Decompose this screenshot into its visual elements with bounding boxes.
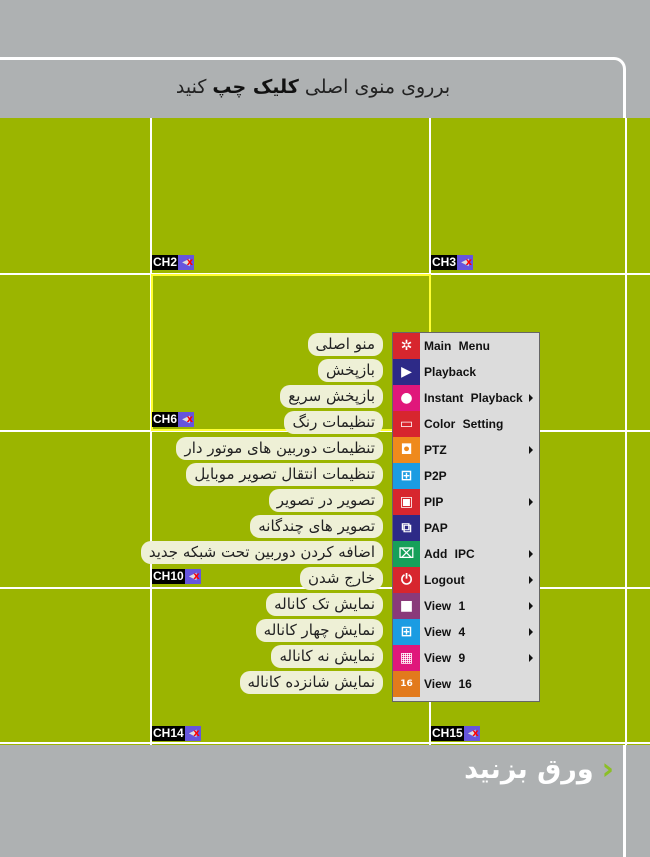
menu-item[interactable]: ▭ Color Setting bbox=[393, 411, 539, 437]
view16-icon: 16 bbox=[393, 671, 420, 697]
menu-item[interactable]: ● Instant Playback bbox=[393, 385, 539, 411]
mute-icon: ◀ bbox=[457, 255, 474, 270]
submenu-arrow-icon bbox=[529, 498, 533, 506]
translation-label: اضافه کردن دوربین تحت شبکه جدید bbox=[140, 541, 383, 564]
translation-label: تنظیمات دوربین های موتور دار bbox=[176, 437, 383, 460]
view9-icon: ▦ bbox=[393, 645, 420, 671]
menu-item-label: PTZ bbox=[424, 443, 447, 457]
instruction-title: برروی منوی اصلی کلیک چپ کنید bbox=[175, 76, 451, 98]
channel-label: CH3 ◀ bbox=[431, 255, 474, 270]
translation-label: تنظیمات انتقال تصویر موبایل bbox=[186, 463, 383, 486]
monitor-icon: ▭ bbox=[393, 411, 420, 437]
gear-icon: ✲ bbox=[393, 333, 420, 359]
ipc-camera-icon: ⌧ bbox=[393, 541, 420, 567]
menu-item-label: View 9 bbox=[424, 651, 466, 665]
translation-label: بازپخش bbox=[318, 359, 383, 382]
translation-label: تنظیمات رنگ bbox=[284, 411, 383, 434]
mute-icon: ◀ bbox=[178, 255, 195, 270]
view4-icon: ⊞ bbox=[393, 619, 420, 645]
play-icon: ▶ bbox=[393, 359, 420, 385]
menu-item[interactable]: ◘ PTZ bbox=[393, 437, 539, 463]
menu-item-label: Add IPC bbox=[424, 547, 475, 561]
menu-item[interactable]: ▣ PIP bbox=[393, 489, 539, 515]
next-page-button[interactable]: ‹ ورق بزنید bbox=[464, 752, 614, 787]
menu-item[interactable]: 16 View 16 bbox=[393, 671, 539, 697]
menu-item-label: View 16 bbox=[424, 677, 472, 691]
menu-item-label: View 4 bbox=[424, 625, 466, 639]
menu-item[interactable]: ▦ View 9 bbox=[393, 645, 539, 671]
translation-label: نمایش شانزده کاناله bbox=[239, 671, 383, 694]
translation-label: نمایش نه کاناله bbox=[271, 645, 383, 668]
menu-item-label: Instant Playback bbox=[424, 391, 523, 405]
mute-icon: ◀ bbox=[463, 726, 480, 741]
menu-item-label: Main Menu bbox=[424, 339, 490, 353]
menu-item-label: PAP bbox=[424, 521, 448, 535]
chevron-left-icon: ‹ bbox=[601, 752, 614, 787]
menu-item[interactable]: ⌧ Add IPC bbox=[393, 541, 539, 567]
translation-label: منو اصلی bbox=[307, 333, 383, 356]
ptz-camera-icon: ◘ bbox=[393, 437, 420, 463]
submenu-arrow-icon bbox=[529, 446, 533, 454]
submenu-arrow-icon bbox=[529, 628, 533, 636]
menu-item-label: Playback bbox=[424, 365, 477, 379]
translation-list: منو اصلی بازپخش بازپخش سریع تنظیمات رنگ تنظی… bbox=[140, 333, 383, 697]
context-menu: ✲ Main Menu ▶ Playback ● Instant Playback ▭ Col… bbox=[392, 332, 540, 702]
menu-item[interactable]: ■ View 1 bbox=[393, 593, 539, 619]
submenu-arrow-icon bbox=[529, 394, 533, 402]
pip-icon: ▣ bbox=[393, 489, 420, 515]
person-icon: ● bbox=[393, 385, 420, 411]
menu-item[interactable]: ⧉ PAP bbox=[393, 515, 539, 541]
submenu-arrow-icon bbox=[529, 576, 533, 584]
translation-label: نمایش چهار کاناله bbox=[255, 619, 383, 642]
menu-item[interactable]: ⊞ P2P bbox=[393, 463, 539, 489]
submenu-arrow-icon bbox=[529, 550, 533, 558]
menu-item-label: View 1 bbox=[424, 599, 466, 613]
power-icon: ⏻ bbox=[393, 567, 420, 593]
menu-item[interactable]: ▶ Playback bbox=[393, 359, 539, 385]
translation-label: خارج شدن bbox=[300, 567, 383, 590]
translation-label: تصویر در تصویر bbox=[268, 489, 383, 512]
submenu-arrow-icon bbox=[529, 602, 533, 610]
menu-item-label: Color Setting bbox=[424, 417, 504, 431]
submenu-arrow-icon bbox=[529, 654, 533, 662]
pap-icon: ⧉ bbox=[393, 515, 420, 541]
menu-item-label: P2P bbox=[424, 469, 447, 483]
menu-item[interactable]: ⏻ Logout bbox=[393, 567, 539, 593]
translation-label: تصویر های چندگانه bbox=[250, 515, 383, 538]
channel-label: CH15 ◀ bbox=[431, 726, 480, 741]
mute-icon: ◀ bbox=[184, 726, 201, 741]
channel-label: CH2 ◀ bbox=[152, 255, 195, 270]
translation-label: نمایش تک کاناله bbox=[266, 593, 383, 616]
menu-item-label: PIP bbox=[424, 495, 444, 509]
menu-item-label: Logout bbox=[424, 573, 465, 587]
channel-label: CH14 ◀ bbox=[152, 726, 201, 741]
menu-item[interactable]: ✲ Main Menu bbox=[393, 333, 539, 359]
network-icon: ⊞ bbox=[393, 463, 420, 489]
menu-item[interactable]: ⊞ View 4 bbox=[393, 619, 539, 645]
translation-label: بازپخش سریع bbox=[280, 385, 383, 408]
view1-icon: ■ bbox=[393, 593, 420, 619]
